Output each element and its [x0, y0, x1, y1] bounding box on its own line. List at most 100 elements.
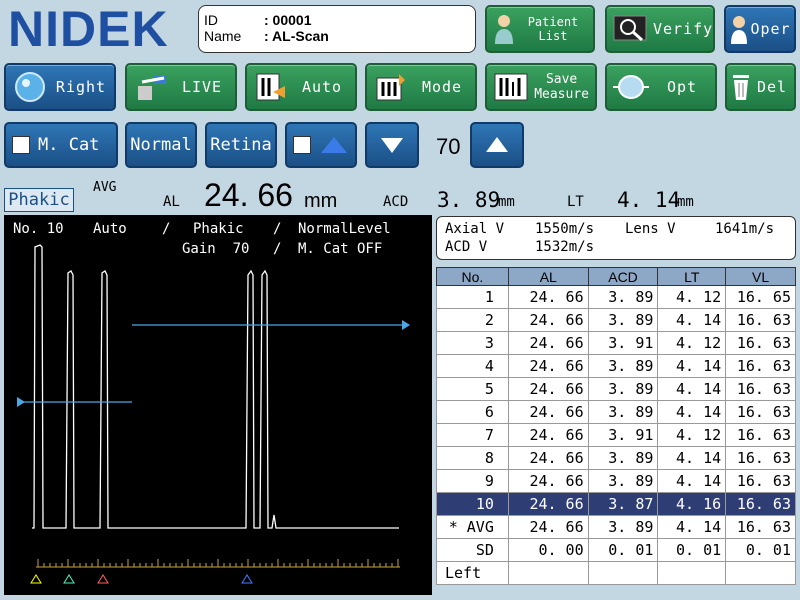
cell-al: 24. 66 [507, 469, 589, 493]
probe-icon [133, 71, 169, 103]
avg-row: * AVG 24. 66 3. 89 4. 14 16. 63 [436, 515, 796, 539]
cell-acd: 3. 91 [587, 423, 659, 447]
mode-label: Mode [421, 78, 463, 96]
auto-button[interactable]: Auto [245, 63, 357, 111]
opt-button[interactable]: Opt [605, 63, 717, 111]
cell-no: 3 [436, 331, 509, 355]
cell-acd: 3. 91 [587, 331, 659, 355]
right-eye-label: Right [55, 78, 107, 96]
sd-row-cell-vl: 0. 01 [725, 538, 796, 562]
cell-no: 4 [436, 354, 509, 378]
cell-vl: 16. 63 [725, 331, 796, 355]
empty-cell [507, 561, 589, 585]
table-row[interactable]: 10 24. 66 3. 87 4. 16 16. 63 [436, 492, 796, 516]
normal-button[interactable]: Normal [125, 122, 197, 168]
cell-vl: 16. 65 [725, 285, 796, 309]
cell-vl: 16. 63 [725, 400, 796, 424]
acd-v-label: ACD V [445, 239, 488, 255]
cell-lt: 4. 14 [657, 446, 727, 470]
cell-al: 24. 66 [507, 492, 589, 516]
save-measure-button[interactable]: Save Measure [485, 63, 597, 111]
table-row[interactable]: 2 24. 66 3. 89 4. 14 16. 63 [436, 308, 796, 332]
right-eye-button[interactable]: Right [4, 63, 116, 111]
cell-no: 8 [436, 446, 509, 470]
lens-v-value: 1641m/s [715, 221, 775, 237]
cell-lt: 4. 14 [657, 377, 727, 401]
gain-up-button[interactable] [470, 122, 524, 168]
patient-list-label: Patient List [527, 15, 579, 43]
table-row[interactable]: 4 24. 66 3. 89 4. 14 16. 63 [436, 354, 796, 378]
delete-label: Del [756, 78, 788, 96]
mcat-checkbox-icon [12, 136, 30, 154]
cell-lt: 4. 12 [657, 331, 727, 355]
gain-value: 70 [436, 134, 461, 159]
sd-row-cell-al: 0. 00 [507, 538, 589, 562]
operator-button[interactable]: Oper [724, 5, 796, 53]
a-scan-waveform: No. 10 Auto / Phakic / NormalLevel Gain … [4, 215, 432, 595]
cell-lt: 4. 14 [657, 400, 727, 424]
cell-vl: 16. 63 [725, 354, 796, 378]
table-row[interactable]: 6 24. 66 3. 89 4. 14 16. 63 [436, 400, 796, 424]
auto-mode-icon [253, 71, 289, 103]
table-row[interactable]: 9 24. 66 3. 89 4. 14 16. 63 [436, 469, 796, 493]
lens-status-badge: Phakic [4, 188, 74, 212]
live-label: LIVE [181, 78, 223, 96]
cell-acd: 3. 89 [587, 469, 659, 493]
magnifier-icon [613, 13, 647, 45]
marker-cornea-icon [30, 574, 42, 584]
trash-icon [730, 71, 752, 103]
triangle-up-icon [321, 137, 347, 153]
gain-checkbox-icon [293, 136, 311, 154]
avg-row-cell-al: 24. 66 [507, 515, 589, 539]
operator-icon [729, 13, 749, 45]
cell-lt: 4. 14 [657, 469, 727, 493]
measurement-table: No. AL ACD LT VL 1 24. 66 3. 89 4. 12 16. 65… [436, 267, 796, 585]
cell-acd: 3. 89 [587, 354, 659, 378]
name-value: : AL-Scan [264, 28, 329, 44]
retina-label: Retina [210, 135, 272, 155]
verify-button[interactable]: Verify [605, 5, 715, 53]
name-label: Name [204, 28, 242, 44]
cell-no: 1 [436, 285, 509, 309]
mcat-toggle[interactable]: M. Cat [4, 122, 118, 168]
lens-v-label: Lens V [625, 221, 676, 237]
table-row[interactable]: 1 24. 66 3. 89 4. 12 16. 65 [436, 285, 796, 309]
live-button[interactable]: LIVE [125, 63, 237, 111]
cell-acd: 3. 87 [587, 492, 659, 516]
table-row[interactable]: 8 24. 66 3. 89 4. 14 16. 63 [436, 446, 796, 470]
avg-row-cell-acd: 3. 89 [587, 515, 659, 539]
empty-cell [587, 561, 659, 585]
retina-button[interactable]: Retina [205, 122, 277, 168]
eye-icon [12, 71, 48, 103]
auto-label: Auto [301, 78, 343, 96]
col-al: AL [507, 267, 589, 286]
verify-label: Verify [653, 20, 714, 38]
table-row[interactable]: 7 24. 66 3. 91 4. 12 16. 63 [436, 423, 796, 447]
mode-button[interactable]: Mode [365, 63, 477, 111]
patient-icon [491, 13, 517, 45]
save-measure-label: Save Measure [534, 72, 595, 102]
al-value: 24. 66 [204, 177, 293, 213]
cell-vl: 16. 63 [725, 469, 796, 493]
echo-trace [32, 244, 399, 529]
cell-no: 10 [436, 492, 509, 516]
avg-label: AVG [93, 180, 117, 195]
gain-down-button[interactable] [365, 122, 419, 168]
cell-no: 2 [436, 308, 509, 332]
gain-toggle[interactable] [285, 122, 357, 168]
cell-no: 6 [436, 400, 509, 424]
cell-al: 24. 66 [507, 285, 589, 309]
table-row[interactable]: 5 24. 66 3. 89 4. 14 16. 63 [436, 377, 796, 401]
sd-row-cell-lt: 0. 01 [657, 538, 727, 562]
cell-al: 24. 66 [507, 400, 589, 424]
opt-label: Opt [666, 78, 698, 96]
delete-button[interactable]: Del [725, 63, 796, 111]
al-unit: mm [304, 190, 338, 212]
acd-unit: mm [498, 194, 515, 210]
table-row[interactable]: 3 24. 66 3. 91 4. 12 16. 63 [436, 331, 796, 355]
cell-lt: 4. 14 [657, 308, 727, 332]
marker-lens-back-icon [97, 574, 109, 584]
empty-cell [725, 561, 796, 585]
patient-info-box: ID: 00001 Name: AL-Scan [198, 5, 476, 53]
patient-list-button[interactable]: Patient List [485, 5, 595, 53]
